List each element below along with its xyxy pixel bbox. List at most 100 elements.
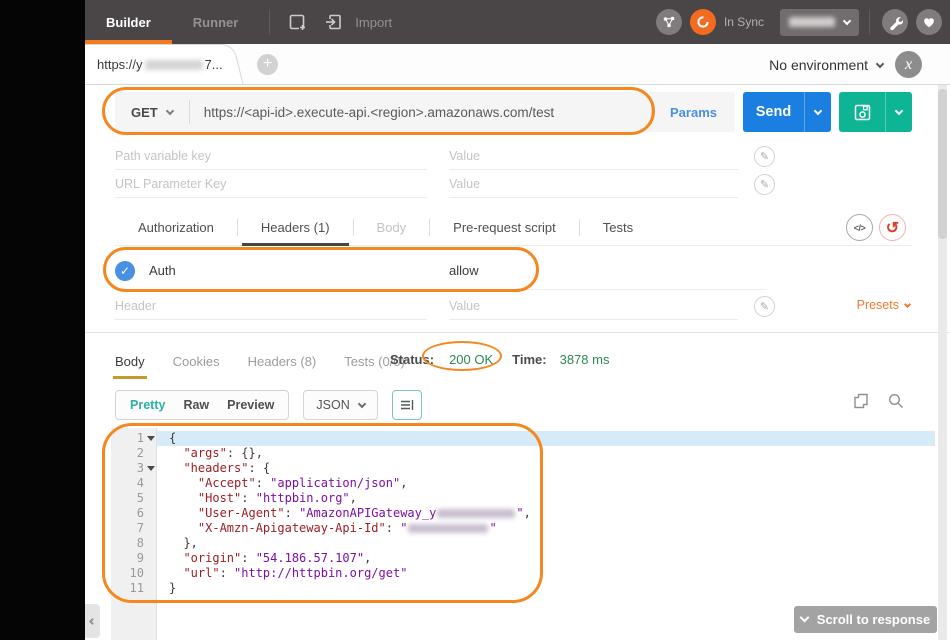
environment-label: No environment [769,57,868,73]
save-button[interactable] [839,92,912,132]
settings-wrench-icon[interactable] [882,9,908,35]
tab-tests[interactable]: Tests [580,210,656,245]
scrollbar-thumb[interactable] [938,89,947,239]
user-name-redacted [789,17,835,27]
response-time-value: 3878 ms [560,352,610,367]
topbar: Builder Runner Import In Sync [85,0,950,44]
request-params-editor: Path variable key Value ✎ URL Parameter … [115,142,775,198]
new-header-row: Header Value ✎ [115,292,775,320]
view-raw[interactable]: Raw [174,398,218,412]
tab-body[interactable]: Body [354,210,430,245]
chevron-down-icon [165,106,173,114]
code-line: 4 "Accept": "application/json", [111,476,935,491]
edit-pencil-icon[interactable]: ✎ [754,174,775,195]
tab-builder[interactable]: Builder [85,0,172,44]
collapsed-sidebar [0,0,85,640]
new-header-value-input[interactable]: Value [449,292,738,320]
fold-caret-icon[interactable] [147,466,155,471]
section-divider [85,332,950,333]
url-input[interactable]: https://<api-id>.execute-api.<region>.am… [190,105,651,120]
sidebar-toggle-handle[interactable] [85,604,100,638]
favorites-heart-icon[interactable] [916,9,942,35]
scroll-to-response-button[interactable]: Scroll to response [794,606,937,633]
request-tab-title: https://y7... [97,44,223,85]
response-tab-body[interactable]: Body [115,347,145,375]
response-tab-headers[interactable]: Headers (8) [248,347,317,375]
search-icon[interactable] [887,392,905,415]
code-line: 10 "url": "http://httpbin.org/get" [111,566,935,581]
tab-headers[interactable]: Headers (1) [238,210,353,245]
code-line: 3 "headers": { [111,461,935,476]
save-floppy-icon [839,92,885,132]
response-section-tabs: Body Cookies Headers (8) Tests (0/0) [115,347,433,375]
tab-runner[interactable]: Runner [172,0,260,44]
user-account-button[interactable] [780,9,859,36]
wrap-text-icon[interactable] [392,390,422,420]
params-button[interactable]: Params [652,105,735,120]
copy-icon[interactable] [852,392,870,415]
save-options-caret[interactable] [885,92,912,132]
redacted-value [437,509,515,518]
topbar-divider [269,9,270,35]
path-variable-value-input[interactable]: Value [449,142,738,170]
new-header-key-input[interactable]: Header [115,292,427,320]
response-status-bar: Status: 200 OK Time: 3878 ms [390,352,609,367]
vertical-scrollbar[interactable] [938,85,947,640]
url-parameter-value-input[interactable]: Value [449,170,738,198]
url-field: GET https://<api-id>.execute-api.<region… [115,92,735,132]
chevron-down-icon [843,16,851,24]
fold-caret-icon[interactable] [147,436,155,441]
header-row-auth: ✓ Auth allow [115,252,767,290]
sync-status-label: In Sync [724,15,764,29]
language-dropdown[interactable]: JSON [303,390,377,420]
generate-code-icon[interactable]: </> [846,214,873,241]
view-mode-group: Pretty Raw Preview [115,390,289,420]
code-line: 6 "User-Agent": "AmazonAPIGateway_y", [111,506,935,521]
reset-icon[interactable]: ↺ [879,214,906,241]
status-label: Status: [390,352,434,367]
response-view-bar: Pretty Raw Preview JSON [115,390,422,420]
response-tab-cookies[interactable]: Cookies [173,347,220,375]
json-response-body: 1{2 "args": {},3 "headers": {4 "Accept":… [111,428,935,596]
url-parameter-row: URL Parameter Key Value ✎ [115,170,775,198]
code-line: 8 }, [111,536,935,551]
view-pretty[interactable]: Pretty [121,398,174,412]
import-label[interactable]: Import [355,15,392,30]
code-line: 2 "args": {}, [111,446,935,461]
code-line: 5 "Host": "httpbin.org", [111,491,935,506]
send-button[interactable]: Send [743,92,831,132]
chevron-down-icon [876,59,884,67]
code-line: 1{ [111,431,935,446]
code-line: 9 "origin": "54.186.57.107", [111,551,935,566]
url-bar: GET https://<api-id>.execute-api.<region… [115,92,912,132]
presets-dropdown[interactable]: Presets [857,298,910,312]
tab-pre-request-script[interactable]: Pre-request script [430,210,579,245]
header-value[interactable]: allow [449,263,479,278]
edit-pencil-icon[interactable]: ✎ [754,296,775,317]
header-key[interactable]: Auth [149,263,176,278]
request-tab[interactable]: https://y7... [85,44,235,85]
url-parameter-key-input[interactable]: URL Parameter Key [115,170,427,198]
view-preview[interactable]: Preview [218,398,283,412]
sync-status-icon[interactable] [690,9,716,35]
environment-quicklook-icon[interactable]: x [895,51,922,78]
collaboration-icon[interactable] [656,9,682,35]
topbar-right-cluster: In Sync [648,9,950,36]
edit-pencil-icon[interactable]: ✎ [754,146,775,167]
path-variable-key-input[interactable]: Path variable key [115,142,427,170]
topbar-divider [869,9,870,35]
response-tools [852,392,905,415]
send-options-caret[interactable] [804,92,831,132]
request-tab-bar: https://y7... + No environment x [85,44,950,85]
request-section-tabs: Authorization Headers (1) Body Pre-reque… [115,210,912,246]
status-code-badge: 200 OK [449,352,493,367]
new-tab-icon[interactable] [287,11,309,33]
time-label: Time: [512,352,546,367]
open-new-tab-button[interactable]: + [257,54,278,75]
environment-selector[interactable]: No environment x [769,44,922,85]
chevron-left-icon [89,617,96,624]
import-icon[interactable] [323,11,345,33]
header-enabled-checkbox[interactable]: ✓ [115,261,135,281]
method-dropdown[interactable]: GET [115,105,189,120]
tab-authorization[interactable]: Authorization [115,210,237,245]
